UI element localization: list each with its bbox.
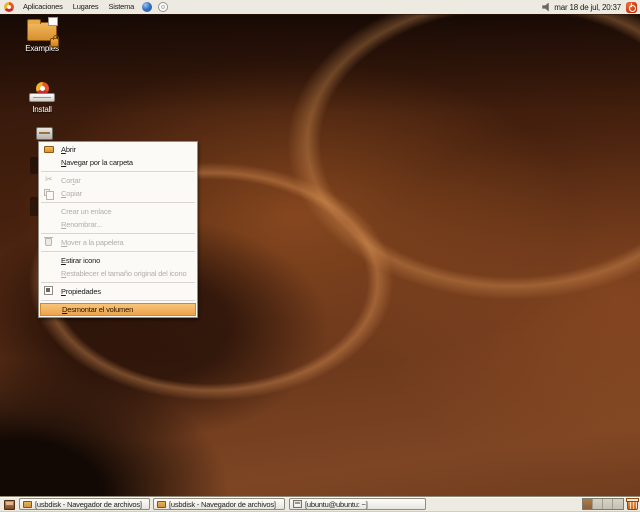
show-desktop-button[interactable] bbox=[2, 498, 16, 511]
browser-icon[interactable] bbox=[142, 2, 152, 12]
help-icon[interactable] bbox=[158, 2, 168, 12]
task-label: [usbdisk - Navegador de archivos] bbox=[35, 500, 142, 509]
taskbar-button-terminal[interactable]: [ubuntu@ubuntu: ~] bbox=[289, 498, 426, 510]
menu-aplicaciones[interactable]: Aplicaciones bbox=[18, 0, 68, 14]
clock[interactable]: mar 18 de jul, 20:37 bbox=[554, 3, 621, 12]
workspace-2[interactable] bbox=[593, 499, 603, 509]
menu-item-restore-icon-size: Restablecer el tamaño original del icono bbox=[40, 267, 196, 280]
trash-icon bbox=[45, 238, 52, 246]
menu-separator bbox=[41, 171, 195, 172]
desktop-icon-install[interactable]: Install bbox=[16, 82, 68, 114]
volume-icon[interactable] bbox=[542, 3, 551, 12]
taskbar-button-usbdisk-2[interactable]: [usbdisk - Navegador de archivos] bbox=[153, 498, 285, 510]
menu-item-label: Desmontar el volumen bbox=[62, 305, 133, 314]
desktop-icon-examples[interactable]: Examples bbox=[16, 22, 68, 53]
ubuntu-logo-icon bbox=[4, 2, 14, 12]
menu-separator bbox=[41, 282, 195, 283]
desktop-screen: Aplicaciones Lugares Sistema mar 18 de j… bbox=[0, 0, 640, 512]
bottom-panel: [usbdisk - Navegador de archivos] [usbdi… bbox=[0, 497, 640, 512]
copy-icon bbox=[44, 189, 50, 196]
document-emblem-icon bbox=[48, 17, 58, 26]
desktop-icon-label: Install bbox=[16, 105, 68, 114]
workspace-4[interactable] bbox=[613, 499, 623, 509]
menu-item-copy: Copiar bbox=[40, 187, 196, 200]
scissors-icon bbox=[44, 175, 55, 186]
menu-separator bbox=[41, 251, 195, 252]
drive-tray-icon bbox=[29, 93, 55, 102]
menu-item-label: Mover a la papelera bbox=[61, 238, 124, 247]
workspace-switcher bbox=[582, 498, 624, 510]
menu-item-unmount-volume[interactable]: Desmontar el volumen bbox=[40, 303, 196, 316]
menu-item-browse-folder[interactable]: Navegar por la carpeta bbox=[40, 156, 196, 169]
installer-icon bbox=[16, 82, 68, 102]
logout-icon[interactable] bbox=[626, 2, 637, 13]
folder-icon bbox=[23, 501, 32, 508]
trash-applet-icon[interactable] bbox=[627, 499, 638, 510]
menu-item-label: Estirar icono bbox=[61, 256, 100, 265]
menu-item-label: Crear un enlace bbox=[61, 207, 111, 216]
workspace-3[interactable] bbox=[603, 499, 613, 509]
hidden-icon-fragment bbox=[30, 157, 38, 174]
desktop-icon-label: Examples bbox=[16, 44, 68, 53]
menu-separator bbox=[41, 202, 195, 203]
menu-item-label: Abrir bbox=[61, 145, 76, 154]
top-panel: Aplicaciones Lugares Sistema mar 18 de j… bbox=[0, 0, 640, 14]
folder-open-icon bbox=[44, 146, 54, 153]
menu-item-create-link: Crear un enlace bbox=[40, 205, 196, 218]
menu-item-cut: Cortar bbox=[40, 174, 196, 187]
menu-sistema[interactable]: Sistema bbox=[103, 0, 139, 14]
menu-item-label: Restablecer el tamaño original del icono bbox=[61, 269, 186, 278]
menu-item-label: Cortar bbox=[61, 176, 81, 185]
taskbar-button-usbdisk-1[interactable]: [usbdisk - Navegador de archivos] bbox=[19, 498, 150, 510]
show-desktop-icon bbox=[4, 500, 15, 510]
terminal-icon bbox=[293, 500, 302, 508]
task-label: [usbdisk - Navegador de archivos] bbox=[169, 500, 276, 509]
menu-item-open[interactable]: Abrir bbox=[40, 143, 196, 156]
folder-icon bbox=[27, 22, 57, 41]
menu-item-move-to-trash: Mover a la papelera bbox=[40, 236, 196, 249]
menu-item-properties[interactable]: Propiedades bbox=[40, 285, 196, 298]
hidden-icon-fragment bbox=[30, 197, 38, 216]
menu-item-stretch-icon[interactable]: Estirar icono bbox=[40, 254, 196, 267]
task-label: [ubuntu@ubuntu: ~] bbox=[305, 500, 368, 509]
menu-lugares[interactable]: Lugares bbox=[68, 0, 104, 14]
menu-item-label: Navegar por la carpeta bbox=[61, 158, 133, 167]
menu-item-rename: Renombrar... bbox=[40, 218, 196, 231]
menu-separator bbox=[41, 233, 195, 234]
lock-emblem-icon bbox=[50, 38, 59, 47]
menu-item-label: Propiedades bbox=[61, 287, 101, 296]
workspace-1[interactable] bbox=[583, 499, 593, 509]
menu-item-label: Copiar bbox=[61, 189, 82, 198]
menu-separator bbox=[41, 300, 195, 301]
menu-item-label: Renombrar... bbox=[61, 220, 102, 229]
usbdisk-volume-icon[interactable] bbox=[36, 127, 53, 140]
properties-icon bbox=[44, 286, 53, 295]
folder-icon bbox=[157, 501, 166, 508]
context-menu: Abrir Navegar por la carpeta Cortar Copi… bbox=[38, 141, 198, 318]
